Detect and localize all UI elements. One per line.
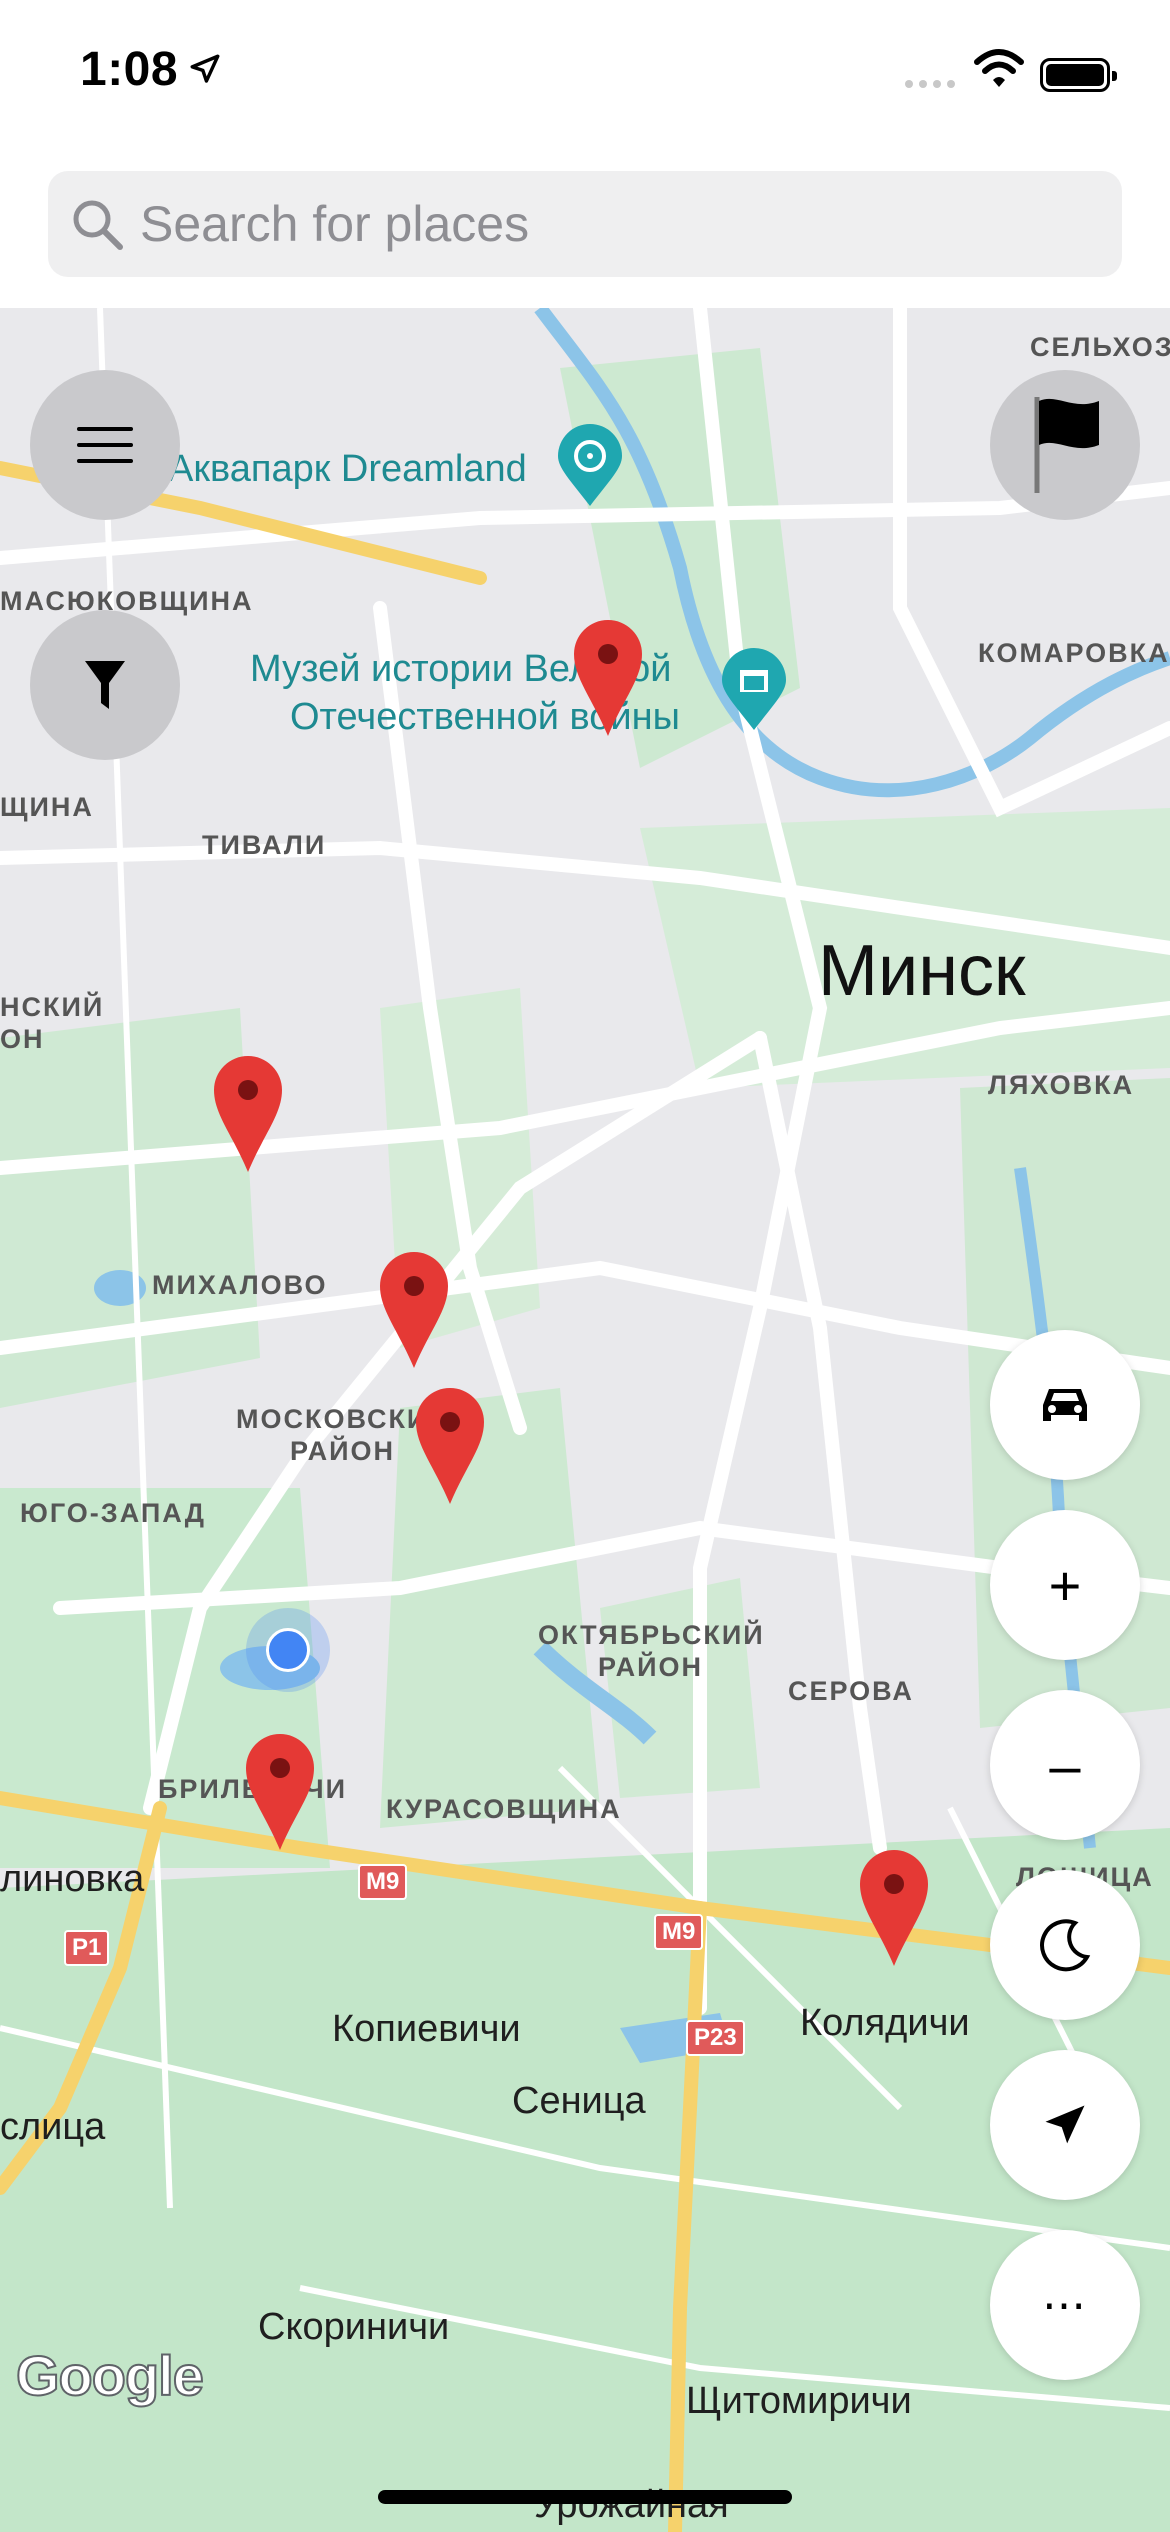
map-pin-marker[interactable] [572,618,644,738]
search-icon [73,200,123,250]
traffic-button[interactable] [990,1330,1140,1480]
district-label: ТИВАЛИ [202,830,327,860]
home-indicator [378,2490,792,2504]
filter-icon [30,610,180,760]
search-input[interactable] [140,171,1100,277]
zoom-in-button[interactable]: + [990,1510,1140,1660]
flag-button[interactable] [990,370,1140,520]
status-time: 1:08 [80,43,179,96]
district-label: СЕЛЬХОЗ [1030,332,1170,362]
cellular-signal-icon [905,80,961,90]
district-label: ОКТЯБРЬСКИЙ [538,1620,765,1650]
google-logo: Google [15,2343,205,2408]
map-pin-marker[interactable] [414,1386,486,1506]
town-label: Щитомиричи [686,2380,912,2422]
search-bar[interactable] [48,171,1122,277]
town-label: слица [0,2106,106,2148]
road-shield: M9 [654,1914,704,1950]
map-pin-marker[interactable] [244,1732,316,1852]
amusement-park-icon [558,424,622,506]
town-label: линовка [0,1858,145,1900]
district-label: МИХАЛОВО [152,1270,328,1300]
navigation-arrow-icon [990,2050,1140,2200]
district-label: НСКИЙ [0,992,105,1022]
district-label: РАЙОН [290,1436,396,1466]
more-button[interactable]: ⋯ [990,2230,1140,2380]
zoom-out-button[interactable]: – [990,1690,1140,1840]
district-label: ОН [0,1024,45,1054]
road-shield: M9 [358,1864,408,1900]
menu-icon [30,370,180,520]
current-location-marker [246,1608,330,1692]
car-icon [990,1330,1140,1480]
museum-icon [722,648,786,730]
district-label: СЕРОВА [788,1676,914,1706]
zoom-out-label: – [1049,1733,1081,1797]
town-label: Сеница [512,2080,646,2122]
district-label: ЛЯХОВКА [988,1070,1135,1100]
flag-icon [990,370,1140,520]
more-icon: ⋯ [1042,2280,1088,2330]
wifi-icon [974,49,1024,87]
menu-button[interactable] [30,370,180,520]
town-label: Скориничи [258,2306,450,2348]
road-shield: P1 [64,1930,110,1966]
poi-label-aquapark[interactable]: Аквапарк Dreamland [168,448,527,491]
district-label: РАЙОН [598,1652,704,1682]
district-label: ЩИНА [0,792,94,822]
district-label: ЮГО-ЗАПАД [20,1498,206,1528]
moon-icon [990,1870,1140,2020]
city-label: Минск [818,931,1026,1011]
road-shield: P23 [686,2020,745,2056]
map-pin-marker[interactable] [212,1054,284,1174]
battery-icon [1040,58,1117,92]
night-mode-button[interactable] [990,1870,1140,2020]
map-pin-marker[interactable] [378,1250,450,1370]
my-location-button[interactable] [990,2050,1140,2200]
status-bar: 1:08 [0,0,1170,150]
map-pin-marker[interactable] [858,1848,930,1968]
district-label: КУРАСОВЩИНА [386,1794,622,1824]
zoom-in-label: + [1048,1553,1082,1617]
town-label: Копиевичи [332,2008,521,2050]
town-label: Колядичи [800,2002,970,2044]
location-services-icon [190,54,220,83]
filter-button[interactable] [30,610,180,760]
district-label: КОМАРОВКА [978,638,1170,668]
